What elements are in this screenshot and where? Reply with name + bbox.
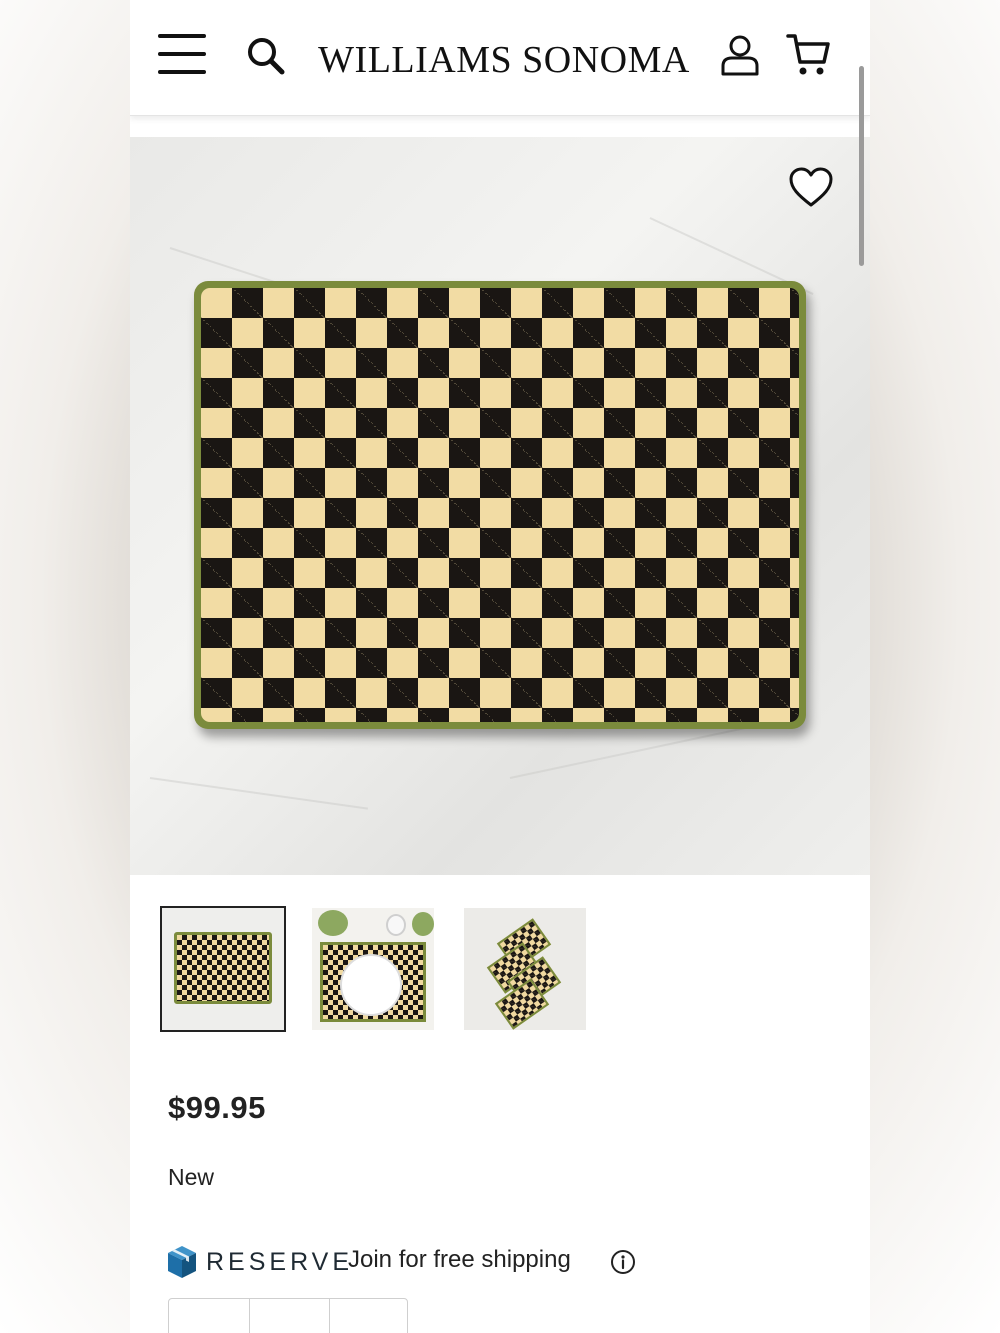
thumb-placemat-flat[interactable] xyxy=(160,906,286,1032)
site-header: WILLIAMS SONOMA xyxy=(130,0,870,116)
new-badge: New xyxy=(168,1164,215,1190)
phone-screen: WILLIAMS SONOMA $99.95 New RESERVE Join … xyxy=(130,0,870,1333)
info-icon[interactable] xyxy=(610,1249,636,1275)
product-price: $99.95 xyxy=(168,1090,266,1125)
reserve-promo[interactable]: RESERVE Join for free shipping xyxy=(166,1242,666,1282)
thumbnail-strip xyxy=(160,906,620,1032)
option-selector-partial[interactable] xyxy=(168,1298,408,1333)
checkered-pattern xyxy=(201,288,799,722)
brand-logo[interactable]: WILLIAMS SONOMA xyxy=(316,38,692,82)
thumb-placemat-set[interactable] xyxy=(464,908,586,1030)
thumb-table-setting[interactable] xyxy=(312,908,434,1030)
user-icon[interactable] xyxy=(720,34,760,78)
placemat-image xyxy=(194,281,806,729)
product-hero-image[interactable] xyxy=(130,137,870,875)
reserve-logo-text: RESERVE xyxy=(206,1248,354,1276)
menu-icon[interactable] xyxy=(158,34,206,76)
heart-icon[interactable] xyxy=(788,167,834,209)
scrollbar[interactable] xyxy=(859,66,864,266)
search-icon[interactable] xyxy=(246,36,286,76)
reserve-box-icon xyxy=(166,1244,198,1280)
reserve-join-text[interactable]: Join for free shipping xyxy=(348,1246,571,1274)
cart-icon[interactable] xyxy=(786,32,832,78)
